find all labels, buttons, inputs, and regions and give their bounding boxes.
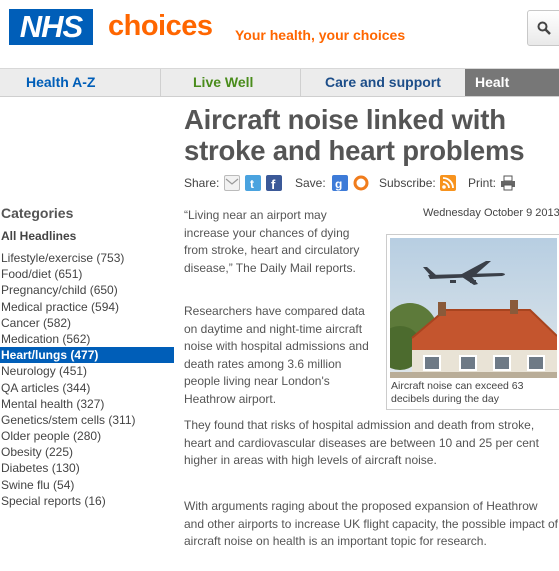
twitter-icon[interactable]: t <box>245 175 261 191</box>
category-item[interactable]: Neurology (451) <box>0 363 174 379</box>
tab-health-news[interactable]: Healt <box>465 69 559 96</box>
delicious-icon[interactable] <box>353 175 369 191</box>
category-item[interactable]: Swine flu (54) <box>0 477 174 493</box>
google-icon[interactable]: g <box>332 175 348 191</box>
save-label: Save: <box>295 176 326 190</box>
category-item[interactable]: Medication (562) <box>0 331 174 347</box>
search-button[interactable] <box>527 10 559 46</box>
tab-care-and-support[interactable]: Care and support <box>325 69 441 96</box>
article-paragraph: With arguments raging about the proposed… <box>184 499 558 548</box>
share-bar: Share: t f Save: g Subscribe: Print: <box>184 175 559 192</box>
category-item-active[interactable]: Heart/lungs (477) <box>0 347 174 364</box>
tab-health-a-z[interactable]: Health A-Z <box>26 69 95 96</box>
nhs-logo[interactable]: NHS <box>9 9 93 45</box>
category-item[interactable]: Diabetes (130) <box>0 460 174 476</box>
print-label: Print: <box>468 176 497 190</box>
article-paragraph: “Living near an airport may increase you… <box>184 208 360 275</box>
category-item[interactable]: Lifestyle/exercise (753) <box>0 250 174 266</box>
search-icon <box>537 21 551 35</box>
category-item[interactable]: Food/diet (651) <box>0 266 174 282</box>
figure-caption: Aircraft noise can exceed 63 decibels du… <box>391 380 524 405</box>
category-item[interactable]: Special reports (16) <box>0 493 174 509</box>
share-label: Share: <box>184 176 220 190</box>
print-icon[interactable] <box>500 175 516 191</box>
choices-brand[interactable]: choices <box>108 10 213 43</box>
article-title: Aircraft noise linked with stroke and he… <box>184 104 525 166</box>
article-figure: Aircraft noise can exceed 63 decibels du… <box>386 234 559 410</box>
svg-text:t: t <box>250 177 254 191</box>
tab-live-well[interactable]: Live Well <box>193 69 253 96</box>
article-date: Wednesday October 9 2013 <box>423 207 559 219</box>
category-item[interactable]: Genetics/stem cells (311) <box>0 412 174 428</box>
nav-divider <box>300 69 301 96</box>
category-item[interactable]: Obesity (225) <box>0 444 174 460</box>
subscribe-label: Subscribe: <box>379 176 436 190</box>
rss-icon[interactable] <box>440 175 456 191</box>
site-tagline: Your health, your choices <box>235 27 406 43</box>
category-item[interactable]: Medical practice (594) <box>0 299 174 315</box>
category-item[interactable]: Pregnancy/child (650) <box>0 282 174 298</box>
category-item[interactable]: Cancer (582) <box>0 315 174 331</box>
category-item[interactable]: Older people (280) <box>0 428 174 444</box>
nav-divider <box>160 69 161 96</box>
category-list: Lifestyle/exercise (753) Food/diet (651)… <box>0 250 174 509</box>
category-item[interactable]: QA articles (344) <box>0 380 174 396</box>
category-item[interactable]: Mental health (327) <box>0 396 174 412</box>
all-headlines-link[interactable]: All Headlines <box>1 229 76 243</box>
article-paragraph: They found that risks of hospital admiss… <box>184 418 539 467</box>
facebook-icon[interactable]: f <box>266 175 282 192</box>
aircraft-over-houses-image <box>390 238 557 378</box>
svg-text:f: f <box>271 177 276 191</box>
article-paragraph: Researchers have compared data on daytim… <box>184 304 369 406</box>
svg-text:g: g <box>335 177 342 191</box>
site-header: NHS choices Your health, your choices <box>0 0 559 62</box>
main-nav: Health A-Z Live Well Care and support He… <box>0 68 559 97</box>
categories-heading: Categories <box>1 205 74 221</box>
email-icon[interactable] <box>224 175 240 191</box>
